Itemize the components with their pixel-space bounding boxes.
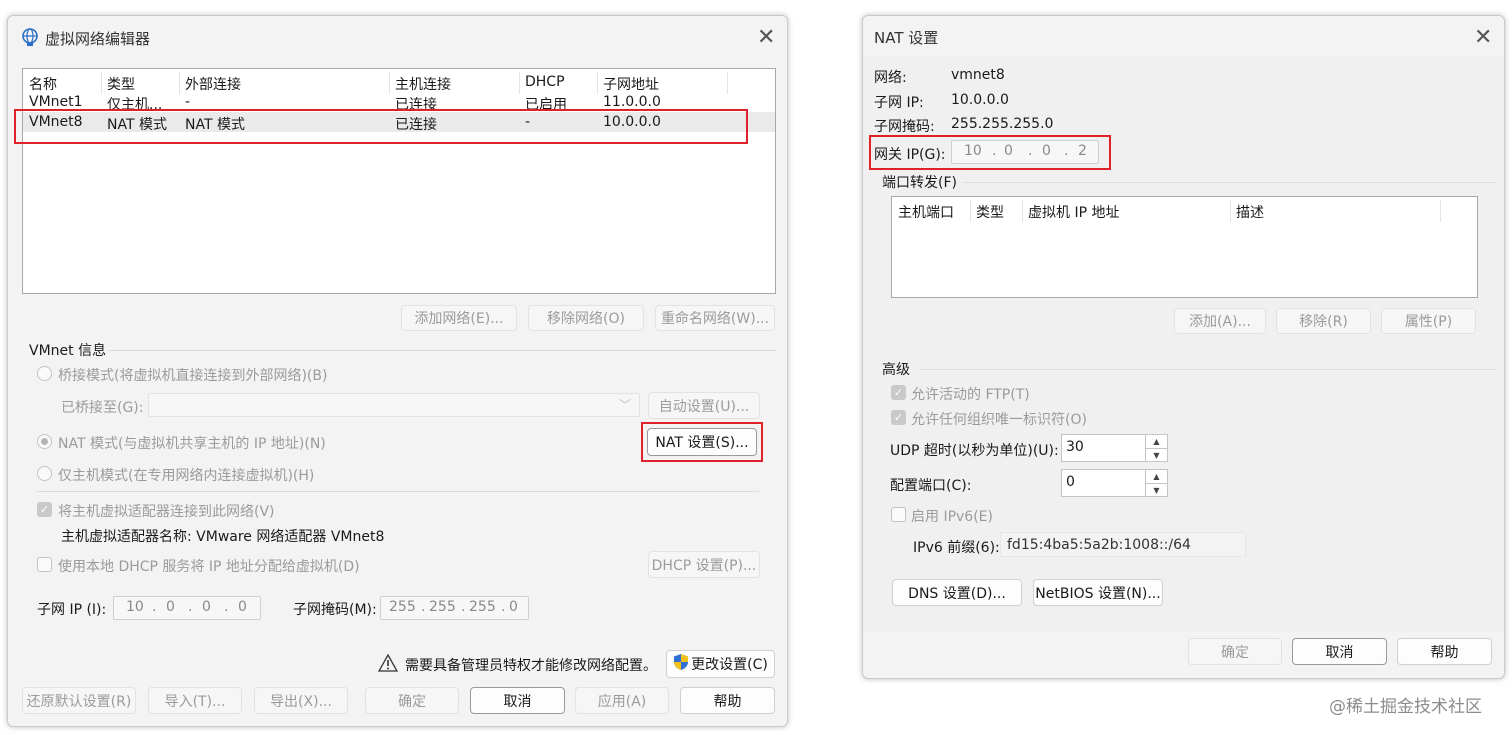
nat-mode-label[interactable]: NAT 模式(与虚拟机共享主机的 IP 地址)(N): [58, 433, 326, 453]
udp-timeout-stepper[interactable]: 30 ▲ ▼: [1061, 434, 1168, 462]
column-header[interactable]: 主机端口: [898, 202, 954, 222]
export-button[interactable]: 导出(X)...: [254, 687, 348, 714]
column-header[interactable]: 类型: [107, 74, 135, 94]
nat-mode-radio[interactable]: [37, 434, 52, 449]
config-port-label: 配置端口(C):: [890, 478, 972, 494]
network-label: 网络:: [874, 70, 907, 86]
warning-icon: [377, 653, 399, 676]
rename-network-button[interactable]: 重命名网络(W)...: [655, 305, 775, 331]
allow-oui-label[interactable]: 允许任何组织唯一标识符(O): [911, 409, 1087, 429]
connect-adapter-label[interactable]: 将主机虚拟适配器连接到此网络(V): [58, 501, 275, 521]
remove-port-button[interactable]: 移除(R): [1276, 308, 1371, 334]
cell-external: -: [185, 94, 191, 110]
config-port-stepper[interactable]: 0 ▲ ▼: [1061, 469, 1168, 497]
network-value: vmnet8: [951, 67, 1005, 83]
column-header[interactable]: 主机连接: [395, 74, 451, 94]
vmnet-info-label: VMnet 信息: [29, 343, 107, 359]
add-port-button[interactable]: 添加(A)...: [1174, 308, 1266, 334]
highlight-box: [14, 109, 748, 144]
enable-ipv6-label[interactable]: 启用 IPv6(E): [911, 506, 993, 526]
bridged-to-select[interactable]: ﹀: [148, 393, 640, 417]
globe-icon: [20, 27, 40, 51]
close-icon[interactable]: ✕: [757, 27, 775, 49]
column-header[interactable]: 外部连接: [185, 74, 241, 94]
close-icon[interactable]: ✕: [1474, 27, 1492, 49]
cell-name: VMnet1: [29, 94, 83, 110]
connect-adapter-checkbox[interactable]: ✓: [37, 502, 52, 517]
column-header[interactable]: 描述: [1236, 202, 1264, 222]
watermark-text: @稀土掘金技术社区: [1329, 697, 1482, 717]
chevron-down-icon[interactable]: ▼: [1145, 483, 1167, 496]
port-forwarding-label: 端口转发(F): [882, 175, 957, 191]
advanced-label: 高级: [882, 362, 910, 378]
cancel-button[interactable]: 取消: [1292, 638, 1387, 665]
ipv6-prefix-label: IPv6 前缀(6):: [913, 540, 1000, 556]
column-header[interactable]: 名称: [29, 74, 57, 94]
admin-notice-text: 需要具备管理员特权才能修改网络配置。: [405, 658, 657, 674]
highlight-box: [869, 135, 1111, 170]
allow-oui-checkbox[interactable]: ✓: [891, 410, 906, 425]
column-header[interactable]: 类型: [976, 202, 1004, 222]
window-title: 虚拟网络编辑器: [45, 30, 151, 48]
shield-icon: [673, 653, 689, 675]
dhcp-settings-button[interactable]: DHCP 设置(P)...: [648, 551, 760, 578]
chevron-down-icon: ﹀: [618, 398, 631, 412]
enable-ipv6-checkbox[interactable]: [891, 507, 906, 522]
bridge-mode-label[interactable]: 桥接模式(将虚拟机直接连接到外部网络)(B): [58, 365, 327, 385]
netbios-settings-button[interactable]: NetBIOS 设置(N)...: [1033, 579, 1163, 606]
ok-button[interactable]: 确定: [365, 687, 459, 714]
subnet-mask-value: 255.255.255.0: [951, 116, 1054, 132]
subnet-ip-label: 子网 IP (I):: [37, 602, 107, 618]
cancel-button[interactable]: 取消: [470, 687, 565, 714]
subnet-mask-field[interactable]: 255 . 255 . 255 . 0: [380, 596, 529, 620]
bridged-to-label: 已桥接至(G):: [61, 400, 144, 416]
help-button[interactable]: 帮助: [680, 687, 775, 714]
column-header[interactable]: 虚拟机 IP 地址: [1028, 202, 1119, 222]
subnet-ip-label: 子网 IP:: [874, 95, 924, 111]
virtual-network-editor-window: 虚拟网络编辑器 ✕ 名称 类型 外部连接 主机连接 DHCP 子网地址 VMne…: [7, 15, 788, 727]
use-dhcp-checkbox[interactable]: [37, 557, 52, 572]
subnet-mask-label: 子网掩码(M):: [293, 602, 377, 618]
import-button[interactable]: 导入(T)...: [148, 687, 242, 714]
chevron-up-icon[interactable]: ▲: [1145, 470, 1167, 483]
window-title: NAT 设置: [874, 29, 939, 47]
column-header[interactable]: 子网地址: [603, 74, 659, 94]
apply-button[interactable]: 应用(A): [575, 687, 669, 714]
change-settings-button[interactable]: 更改设置(C): [666, 650, 775, 678]
add-network-button[interactable]: 添加网络(E)...: [401, 305, 517, 331]
adapter-name-text: 主机虚拟适配器名称: VMware 网络适配器 VMnet8: [61, 529, 385, 545]
column-header[interactable]: DHCP: [525, 74, 565, 90]
remove-network-button[interactable]: 移除网络(O): [528, 305, 644, 331]
ipv6-prefix-field[interactable]: fd15:4ba5:5a2b:1008::/64: [1000, 532, 1246, 557]
subnet-ip-field[interactable]: 10 . 0 . 0 . 0: [113, 596, 261, 620]
cell-subnet: 11.0.0.0: [603, 94, 661, 110]
help-button[interactable]: 帮助: [1397, 638, 1492, 665]
port-forwarding-list[interactable]: 主机端口 类型 虚拟机 IP 地址 描述: [891, 196, 1478, 298]
host-only-radio[interactable]: [37, 466, 52, 481]
change-settings-label: 更改设置(C): [691, 657, 768, 673]
properties-button[interactable]: 属性(P): [1381, 308, 1476, 334]
host-only-label[interactable]: 仅主机模式(在专用网络内连接虚拟机)(H): [58, 465, 314, 485]
list-header: 名称 类型 外部连接 主机连接 DHCP 子网地址: [23, 72, 775, 94]
udp-timeout-label: UDP 超时(以秒为单位)(U):: [890, 443, 1059, 459]
allow-ftp-label[interactable]: 允许活动的 FTP(T): [911, 384, 1030, 404]
highlight-box: [641, 422, 763, 462]
subnet-ip-value: 10.0.0.0: [951, 92, 1009, 108]
use-dhcp-label[interactable]: 使用本地 DHCP 服务将 IP 地址分配给虚拟机(D): [58, 556, 360, 576]
auto-settings-button[interactable]: 自动设置(U)...: [648, 392, 760, 419]
network-list[interactable]: 名称 类型 外部连接 主机连接 DHCP 子网地址 VMnet1 仅主机... …: [22, 68, 776, 294]
list-header: 主机端口 类型 虚拟机 IP 地址 描述: [892, 200, 1477, 222]
nat-settings-window: NAT 设置 ✕ 网络: vmnet8 子网 IP: 10.0.0.0 子网掩码…: [862, 15, 1505, 679]
restore-defaults-button[interactable]: 还原默认设置(R): [22, 687, 136, 714]
bridge-mode-radio[interactable]: [37, 366, 52, 381]
ok-button[interactable]: 确定: [1188, 638, 1282, 665]
allow-ftp-checkbox[interactable]: ✓: [891, 385, 906, 400]
chevron-up-icon[interactable]: ▲: [1145, 435, 1167, 448]
subnet-mask-label: 子网掩码:: [874, 119, 935, 135]
dns-settings-button[interactable]: DNS 设置(D)...: [892, 579, 1022, 606]
chevron-down-icon[interactable]: ▼: [1145, 448, 1167, 461]
